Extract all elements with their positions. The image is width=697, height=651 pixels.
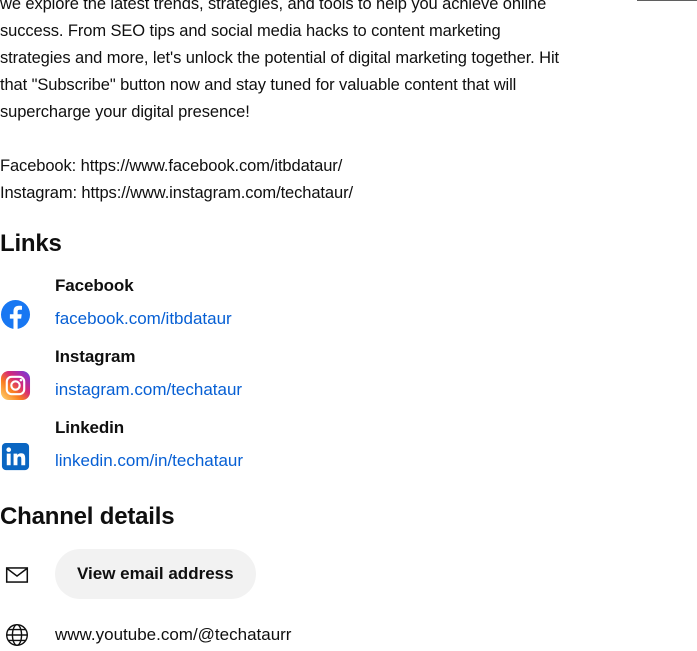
description-line: supercharge your digital presence! (0, 103, 250, 121)
channel-description: we explore the latest trends, strategies… (0, 0, 680, 207)
description-line: Instagram: https://www.instagram.com/tec… (0, 184, 353, 202)
description-line: success. From SEO tips and social media … (0, 22, 501, 40)
link-url[interactable]: facebook.com/itbdataur (55, 309, 232, 329)
link-name: Linkedin (55, 418, 125, 437)
link-item-linkedin[interactable]: Linkedin linkedin.com/in/techataur (0, 418, 420, 486)
view-email-button[interactable]: View email address (55, 549, 256, 599)
description-line: strategies and more, let's unlock the po… (0, 49, 560, 67)
globe-icon (6, 624, 28, 646)
link-name: Instagram (55, 347, 136, 366)
link-name: Facebook (55, 276, 134, 295)
description-line: that "Subscribe" button now and stay tun… (0, 76, 517, 94)
link-url[interactable]: linkedin.com/in/techataur (55, 451, 243, 471)
channel-url: www.youtube.com/@techataurr (55, 625, 292, 644)
mail-icon (5, 567, 29, 583)
channel-details-heading: Channel details (0, 503, 175, 530)
link-item-instagram[interactable]: Instagram instagram.com/techataur (0, 347, 420, 415)
linkedin-icon (1, 442, 30, 471)
instagram-icon (0, 370, 31, 401)
description-line: we explore the latest trends, strategies… (0, 0, 547, 13)
link-url[interactable]: instagram.com/techataur (55, 380, 242, 400)
description-line: Facebook: https://www.facebook.com/itbda… (0, 157, 343, 175)
links-heading: Links (0, 230, 62, 257)
facebook-icon (0, 299, 31, 330)
link-item-facebook[interactable]: Facebook facebook.com/itbdataur (0, 276, 420, 344)
